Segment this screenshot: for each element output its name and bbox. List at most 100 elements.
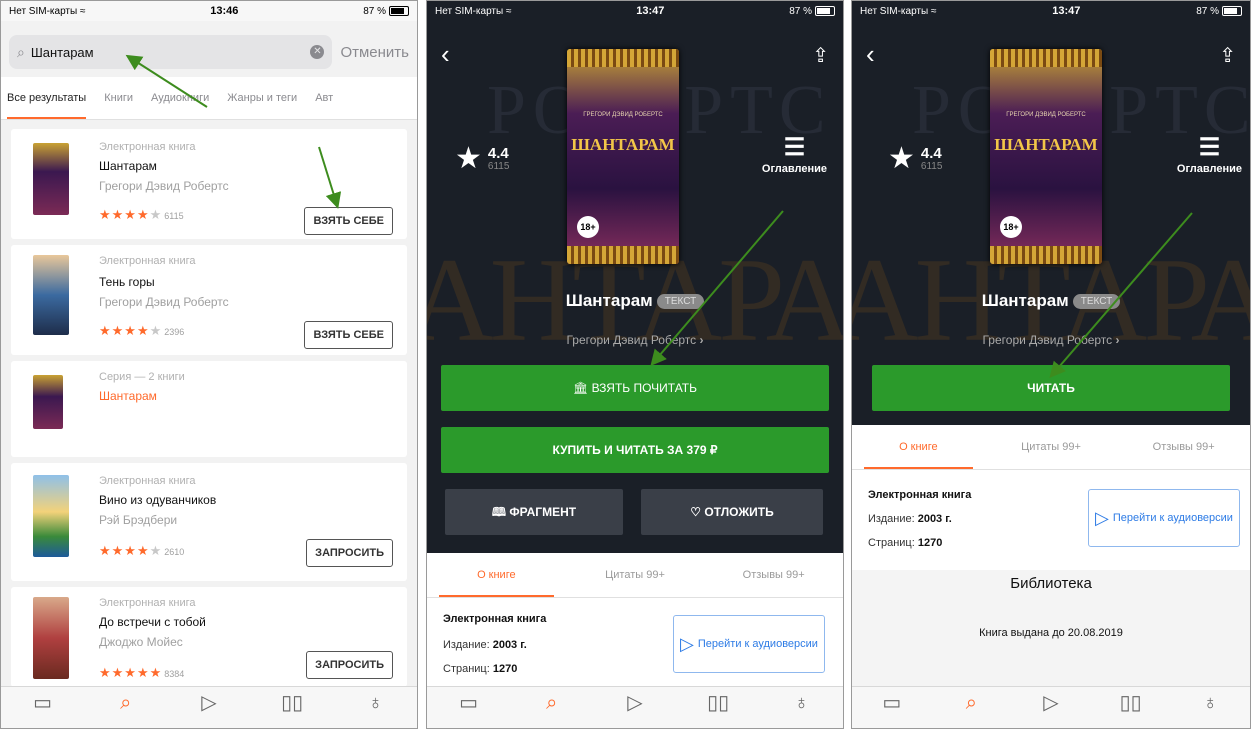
status-time: 13:47: [1052, 5, 1081, 17]
star-empty-icon: ★: [149, 543, 163, 558]
toc-button[interactable]: ☰ Оглавление: [1177, 133, 1242, 175]
tab-my-books[interactable]: ▯▯: [262, 691, 322, 715]
cover-ornament: [990, 246, 1102, 264]
star-icon: ★★★★: [99, 543, 150, 558]
tab-store[interactable]: ▭: [862, 691, 922, 715]
tab-store[interactable]: ▭: [439, 691, 499, 715]
tab-profile[interactable]: ♁: [345, 691, 405, 715]
tab-profile[interactable]: ♁: [1180, 691, 1240, 715]
rating-value: 4.4: [487, 144, 509, 162]
battery-label: 87 %: [1196, 5, 1219, 17]
list-icon: ☰: [783, 134, 806, 161]
back-icon[interactable]: ‹: [866, 41, 875, 67]
carrier-label: Нет SIM-карты: [9, 5, 78, 17]
tab-reading[interactable]: ▷: [605, 691, 665, 715]
take-button[interactable]: ВЗЯТЬ СЕБЕ: [304, 321, 393, 349]
book-cover-image: ГРЕГОРИ ДЭВИД РОБЕРТС ШАНТАРАМ 18+: [567, 49, 679, 264]
request-button[interactable]: ЗАПРОСИТЬ: [306, 539, 393, 567]
request-button[interactable]: ЗАПРОСИТЬ: [306, 651, 393, 679]
tab-search[interactable]: ⌕: [522, 691, 582, 715]
list-item[interactable]: Электронная книга Вино из одуванчиков Рэ…: [11, 463, 407, 581]
search-icon: ⌕: [17, 43, 25, 60]
series-item[interactable]: Серия — 2 книги Шантарам: [11, 361, 407, 457]
tab-reading[interactable]: ▷: [179, 691, 239, 715]
share-icon[interactable]: ⇪: [812, 43, 829, 68]
library-title: Библиотека: [1010, 575, 1092, 592]
tab-my-books[interactable]: ▯▯: [688, 691, 748, 715]
tab-quotes[interactable]: Цитаты 99+: [566, 553, 705, 597]
book-title: Шантарам ТЕКСТ: [852, 291, 1250, 311]
audio-label: Перейти к аудиоверсии: [1112, 512, 1233, 524]
bottom-tab-bar: ▭ ⌕ ▷ ▯▯ ♁: [852, 686, 1250, 728]
pages-value: 1270: [492, 663, 518, 675]
book-icon: ▯▯: [1119, 692, 1142, 714]
pages-label: Страниц:: [443, 663, 490, 675]
cover-author: ГРЕГОРИ ДЭВИД РОБЕРТС: [1006, 112, 1086, 118]
author-link[interactable]: Грегори Дэвид Робертс ›: [852, 333, 1250, 347]
audio-label: Перейти к аудиоверсии: [697, 638, 818, 650]
item-kind: Электронная книга: [99, 597, 196, 609]
search-icon: ⌕: [120, 692, 132, 714]
star-empty-icon: ★: [149, 207, 163, 222]
star-icon: ★★★★: [99, 323, 150, 338]
tab-reviews[interactable]: Отзывы 99+: [704, 553, 843, 597]
play-icon: ▷: [680, 633, 694, 654]
item-kind: Электронная книга: [99, 255, 196, 267]
item-rating: ★★★★★ 2610: [99, 543, 184, 559]
search-icon: ⌕: [546, 692, 558, 714]
tab-profile[interactable]: ♁: [771, 691, 831, 715]
author-link[interactable]: Грегори Дэвид Робертс ›: [427, 333, 843, 347]
item-rating: ★★★★★ 2396: [99, 323, 184, 339]
buy-button[interactable]: КУПИТЬ И ЧИТАТЬ ЗА 379 ₽: [441, 427, 829, 473]
cover-ornament: [567, 246, 679, 264]
toc-label: Оглавление: [761, 163, 827, 175]
tab-my-books[interactable]: ▯▯: [1101, 691, 1161, 715]
carrier-label: Нет SIM-карты: [860, 5, 929, 17]
chevron-right-icon: ›: [699, 333, 704, 347]
tab-search[interactable]: ⌕: [96, 691, 156, 715]
borrow-button[interactable]: 🏛 ВЗЯТЬ ПОЧИТАТЬ: [441, 365, 829, 411]
tab-audiobooks[interactable]: Аудиокниги: [151, 77, 209, 119]
search-input[interactable]: ⌕ Шантарам ✕: [9, 35, 333, 69]
carrier-label: Нет SIM-карты: [435, 5, 504, 17]
toc-button[interactable]: ☰ Оглавление: [762, 133, 827, 175]
pages-row: Страниц: 1270: [868, 537, 942, 549]
read-button[interactable]: ЧИТАТЬ: [872, 365, 1230, 411]
play-icon: ▷: [201, 692, 217, 714]
tab-store[interactable]: ▭: [13, 691, 73, 715]
fragment-button[interactable]: 🕮 ФРАГМЕНТ: [445, 489, 623, 535]
cancel-button[interactable]: Отменить: [340, 44, 409, 61]
tab-reading[interactable]: ▷: [1021, 691, 1081, 715]
tab-genres[interactable]: Жанры и теги: [227, 77, 297, 119]
back-icon[interactable]: ‹: [441, 41, 450, 67]
status-time: 13:47: [636, 5, 665, 17]
list-item[interactable]: Электронная книга Тень горы Грегори Дэви…: [11, 245, 407, 355]
tab-authors[interactable]: Авт: [315, 77, 333, 119]
audio-version-button[interactable]: ▷ Перейти к аудиоверсии: [1088, 489, 1240, 547]
tab-about[interactable]: О книге: [852, 425, 985, 469]
list-item[interactable]: Электронная книга До встречи с тобой Джо…: [11, 587, 407, 687]
info-tabs: О книге Цитаты 99+ Отзывы 99+: [427, 553, 843, 598]
tab-quotes[interactable]: Цитаты 99+: [985, 425, 1118, 469]
tab-all-results[interactable]: Все результаты: [7, 77, 87, 119]
audio-version-button[interactable]: ▷ Перейти к аудиоверсии: [673, 615, 825, 673]
rating-count: 8384: [164, 669, 185, 679]
rating-count: 6115: [164, 211, 184, 221]
share-icon[interactable]: ⇪: [1219, 43, 1236, 68]
tab-about[interactable]: О книге: [427, 553, 566, 597]
toc-label: Оглавление: [1176, 163, 1242, 175]
book-icon: ▯▯: [707, 692, 730, 714]
tab-search[interactable]: ⌕: [941, 691, 1001, 715]
cover-title: ШАНТАРАМ: [571, 135, 675, 154]
tab-reviews[interactable]: Отзывы 99+: [1117, 425, 1250, 469]
series-cover-image: [33, 375, 63, 429]
clear-icon[interactable]: ✕: [310, 45, 325, 59]
pages-label: Страниц:: [868, 537, 915, 549]
info-tabs: О книге Цитаты 99+ Отзывы 99+: [852, 425, 1250, 470]
defer-button[interactable]: ♡ ОТЛОЖИТЬ: [641, 489, 823, 535]
rating-value: 4.4: [920, 144, 942, 162]
take-button[interactable]: ВЗЯТЬ СЕБЕ: [304, 207, 393, 235]
list-item[interactable]: Электронная книга Шантарам Грегори Дэвид…: [11, 129, 407, 239]
tab-books[interactable]: Книги: [104, 77, 133, 119]
defer-label: ОТЛОЖИТЬ: [704, 505, 774, 519]
